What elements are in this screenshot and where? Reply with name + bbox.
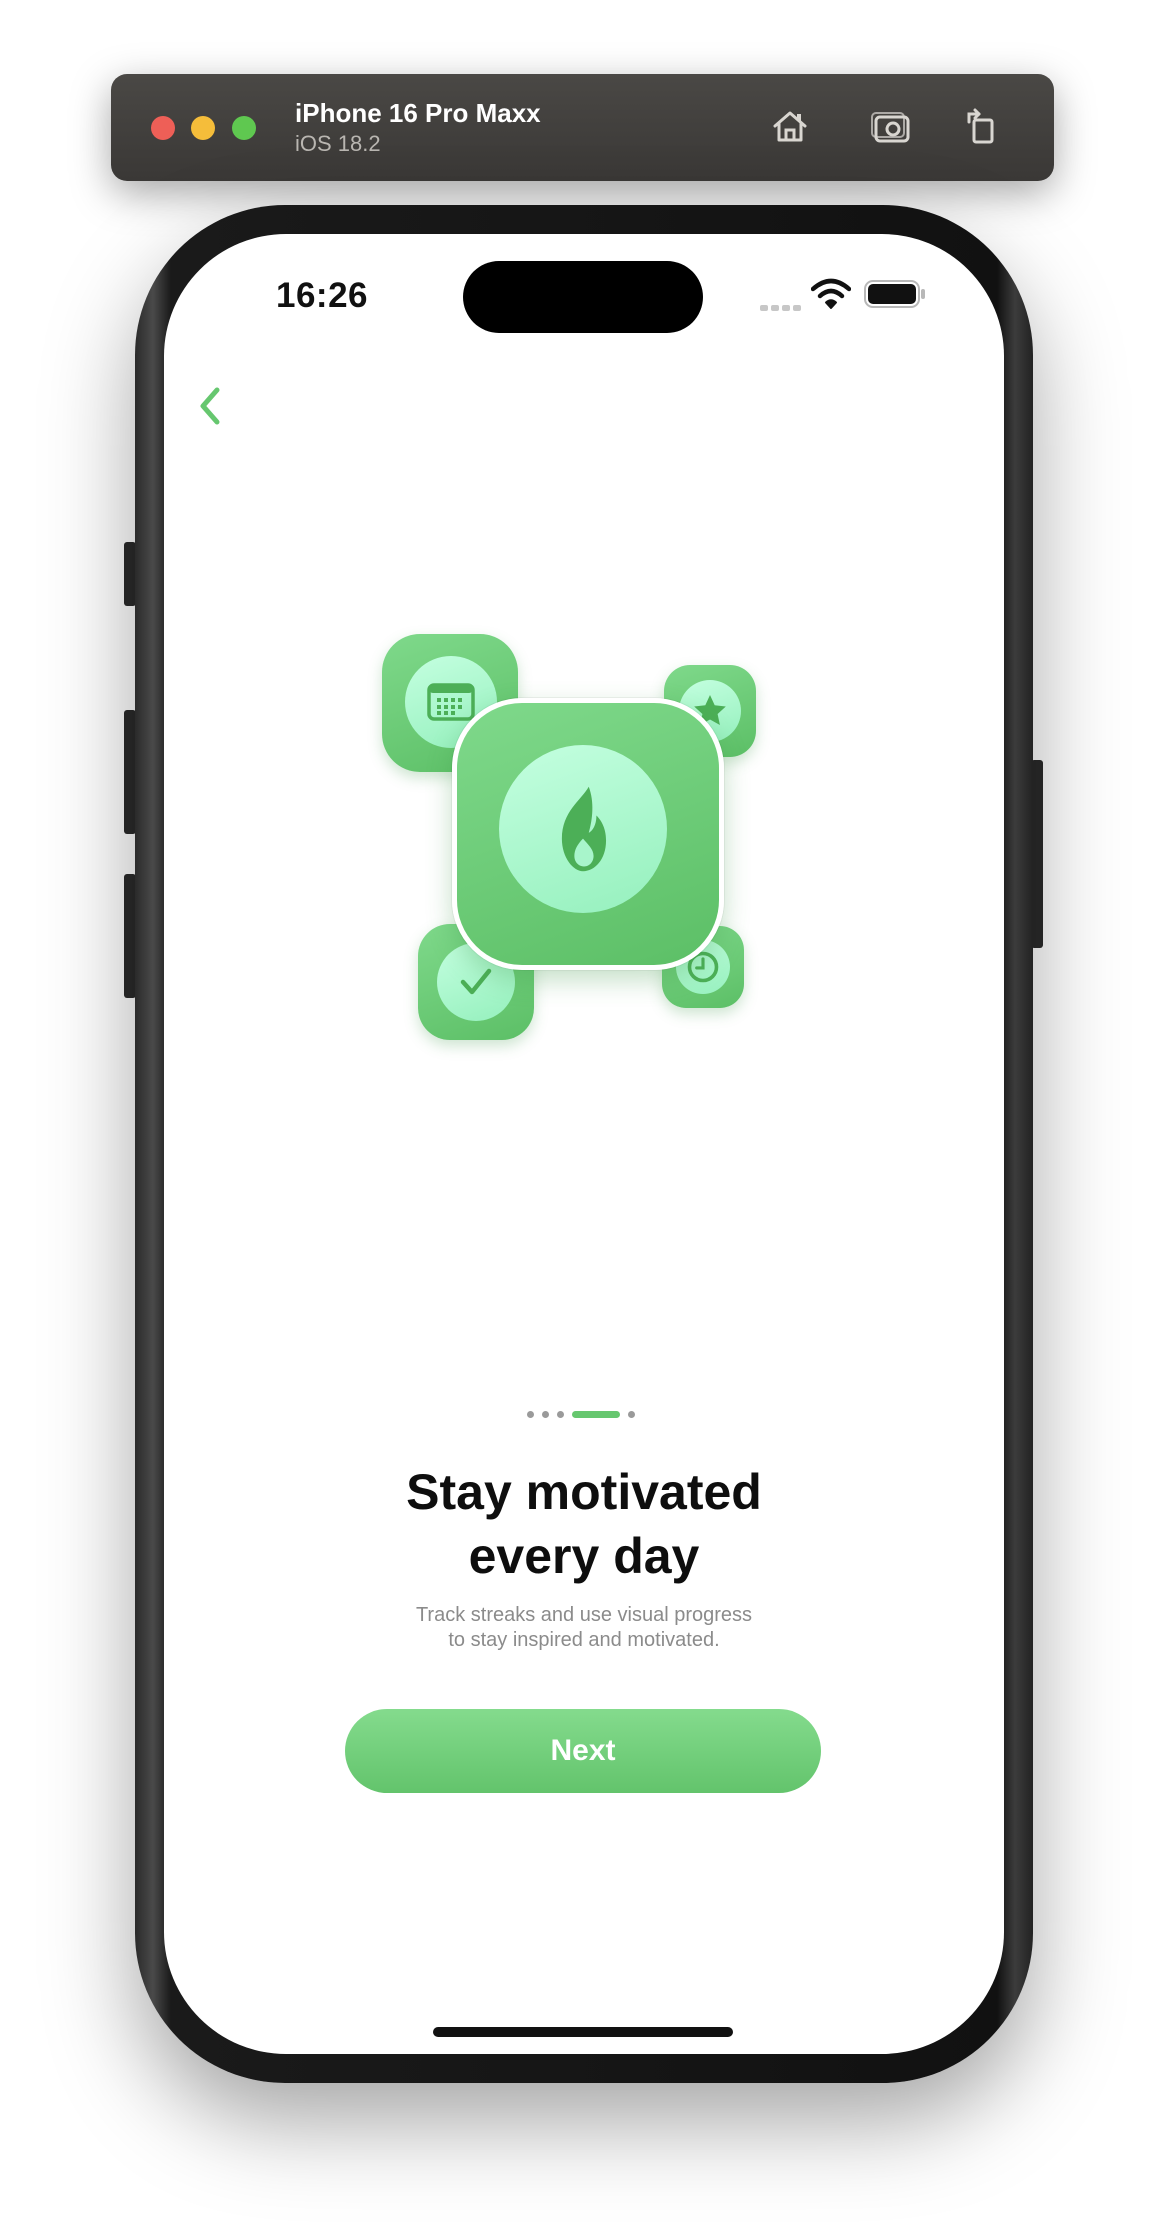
flame-icon — [561, 786, 607, 872]
simulator-stage: iPhone 16 Pro Maxx iOS 18.2 16:26 Stay m… — [0, 0, 1164, 2234]
os-version: iOS 18.2 — [295, 131, 381, 156]
zoom-window-button[interactable] — [232, 116, 256, 140]
device-name: iPhone 16 Pro Maxx — [295, 98, 541, 128]
subtitle-line-1: Track streaks and use visual progress — [415, 1604, 753, 1626]
title-line-1: Stay motivated — [406, 1464, 762, 1520]
page-dot-3[interactable] — [557, 1410, 564, 1418]
dynamic-island — [463, 261, 703, 333]
screenshot-button[interactable] — [866, 102, 916, 152]
page-dot-1[interactable] — [527, 1410, 534, 1418]
back-button[interactable] — [190, 380, 230, 432]
page-dot-current[interactable] — [572, 1410, 620, 1418]
screenshot-icon — [871, 112, 910, 143]
home-indicator[interactable] — [433, 2027, 733, 2037]
rotate-icon — [967, 108, 994, 144]
home-icon — [773, 111, 807, 142]
simulator-titlebar: iPhone 16 Pro Maxx iOS 18.2 — [111, 74, 1054, 181]
chevron-left-icon — [200, 387, 220, 425]
page-dot-2[interactable] — [542, 1410, 549, 1418]
onboarding-title: Stay motivated every day — [164, 1460, 1004, 1588]
status-time: 16:26 — [276, 276, 369, 315]
home-button[interactable] — [765, 102, 815, 152]
calendar-icon — [427, 683, 475, 721]
title-line-2: every day — [468, 1528, 700, 1584]
minimize-window-button[interactable] — [191, 116, 215, 140]
onboarding-subtitle: Track streaks and use visual progress to… — [164, 1603, 1004, 1653]
rotate-button[interactable] — [957, 102, 1007, 152]
cellular-signal-icon — [760, 298, 804, 316]
wifi-icon — [811, 278, 851, 309]
flame-tile — [452, 698, 724, 970]
app-screen: 16:26 Stay motivated every day Track str… — [164, 234, 1004, 2054]
page-indicator — [527, 1410, 643, 1418]
battery-icon — [864, 280, 925, 308]
onboarding-illustration — [378, 634, 768, 1054]
checkmark-icon — [460, 968, 492, 995]
next-button[interactable]: Next — [345, 1709, 821, 1793]
subtitle-line-2: to stay inspired and motivated. — [448, 1629, 720, 1651]
page-dot-5[interactable] — [628, 1410, 635, 1418]
close-window-button[interactable] — [151, 116, 175, 140]
